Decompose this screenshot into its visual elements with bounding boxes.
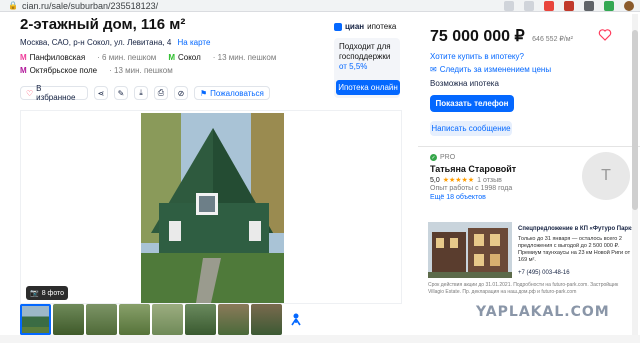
- complain-label: Пожаловаться: [210, 88, 264, 98]
- address-text: Москва, САО, р-н Сокол, ул. Левитана, 4: [20, 38, 172, 47]
- extension-icon[interactable]: [544, 1, 554, 11]
- thumbnail[interactable]: [20, 304, 51, 335]
- main-photo[interactable]: [141, 113, 284, 303]
- hide-button[interactable]: ⊘: [174, 86, 188, 100]
- ad-image[interactable]: [428, 222, 512, 278]
- metro-icon: M: [20, 53, 27, 62]
- thumbnail[interactable]: [251, 304, 282, 335]
- agent-objects-link[interactable]: Ещё 18 объектов: [430, 194, 486, 201]
- star-icon: ★★★★★: [442, 177, 475, 184]
- watermark: YAPLAKAL.COM: [476, 304, 610, 320]
- thumbnail[interactable]: [185, 304, 216, 335]
- favorites-button[interactable]: ♡ В избранное: [20, 84, 88, 102]
- ad-text: Только до 31 января — осталось всего 2 п…: [518, 236, 631, 263]
- thumbnail[interactable]: [218, 304, 249, 335]
- metro-name[interactable]: Октябрьское поле: [30, 66, 97, 75]
- scrollbar-thumb[interactable]: [632, 30, 638, 210]
- rating-value: 5,0: [430, 176, 440, 184]
- metro-name[interactable]: Сокол: [178, 53, 201, 62]
- complain-button[interactable]: ⚑ Пожаловаться: [194, 86, 270, 100]
- metro-time: · 13 мин. пешком: [212, 53, 277, 62]
- download-icon: ⤓: [139, 88, 143, 97]
- thumbnail[interactable]: [86, 304, 117, 335]
- photo-count: 8 фото: [41, 289, 65, 297]
- metro-icon: M: [168, 53, 175, 62]
- follow-price[interactable]: ✉ Следить за изменением цены: [430, 65, 551, 74]
- show-phone-button[interactable]: Показать телефон: [430, 95, 514, 112]
- send-message-button[interactable]: Написать сообщение: [430, 121, 512, 136]
- ad-disclaimer: Срок действия акции до 31.01.2021. Подро…: [428, 282, 619, 295]
- extension-icon[interactable]: [604, 1, 614, 11]
- mortgage-available: Возможна ипотека: [430, 79, 499, 88]
- extension-icon[interactable]: [584, 1, 594, 11]
- print-icon: ⎙: [157, 88, 165, 97]
- house-photo: [141, 113, 284, 303]
- camera-icon: 📷: [30, 290, 39, 297]
- promo-rate: от 5,5%: [339, 62, 368, 71]
- bottom-bar: [0, 335, 640, 343]
- ad-phone[interactable]: +7 (495) 003-48-16: [518, 270, 570, 276]
- metro-time: · 13 мин. пешком: [109, 66, 173, 75]
- townhouse-image: [428, 222, 512, 278]
- share-icon: ⋖: [97, 88, 105, 98]
- price-per-m2: 646 552 ₽/м²: [532, 36, 573, 43]
- metro-station: M Панфиловская · 6 мин. пешком M Сокол · 1…: [20, 53, 276, 62]
- lock-icon: 🔒: [8, 1, 18, 10]
- browser-extensions: [504, 0, 634, 12]
- heart-icon: ♡: [26, 88, 34, 98]
- thumbnail-strip: [20, 304, 282, 335]
- metro-icon: M: [20, 66, 27, 75]
- metro-time: · 6 мин. пешком: [97, 53, 157, 62]
- thumbnail[interactable]: [53, 304, 84, 335]
- price-value: 75 000 000 ₽: [430, 28, 525, 45]
- edit-button[interactable]: ✎: [114, 86, 128, 100]
- favorites-label: В избранное: [36, 84, 76, 102]
- mortgage-online-button[interactable]: Ипотека онлайн: [336, 80, 400, 95]
- map-pin-icon[interactable]: [288, 312, 304, 330]
- agent-rating: 5,0 ★★★★★ 1 отзыв: [430, 176, 502, 185]
- flag-icon: ⚑: [200, 88, 208, 98]
- page-title: 2-этажный дом, 116 м²: [20, 16, 186, 33]
- price: 75 000 000 ₽ 646 552 ₽/м²: [430, 26, 573, 46]
- photo-count-badge[interactable]: 📷 8 фото: [26, 286, 69, 300]
- map-link[interactable]: На карте: [178, 38, 211, 47]
- share-button[interactable]: ⋖: [94, 86, 108, 100]
- avatar[interactable]: Т: [582, 152, 630, 200]
- pencil-icon: ✎: [117, 88, 125, 98]
- download-button[interactable]: ⤓: [134, 86, 148, 100]
- thumbnail[interactable]: [152, 304, 183, 335]
- address-bar[interactable]: cian.ru/sale/suburban/235518123/: [22, 0, 158, 12]
- cian-ipoteka-logo: циан ипотека: [334, 22, 396, 31]
- heart-icon[interactable]: [598, 28, 612, 42]
- metro-station: M Октябрьское поле · 13 мин. пешком: [20, 66, 173, 75]
- print-button[interactable]: ⎙: [154, 86, 168, 100]
- share-icon[interactable]: [504, 1, 514, 11]
- star-icon[interactable]: [524, 1, 534, 11]
- listing-actions: ♡ В избранное ⋖ ✎ ⤓ ⎙ ⊘ ⚑ Пожаловаться: [20, 84, 270, 102]
- brand: циан: [345, 22, 365, 31]
- agent-name[interactable]: Татьяна Старовойт: [430, 164, 516, 174]
- promo-text: Подходит для господдержки: [339, 42, 391, 61]
- metro-name[interactable]: Панфиловская: [30, 53, 86, 62]
- mortgage-link[interactable]: Хотите купить в ипотеку?: [430, 52, 524, 61]
- check-icon: ✓: [430, 154, 437, 161]
- address: Москва, САО, р-н Сокол, ул. Левитана, 4 …: [20, 38, 210, 47]
- extension-icon[interactable]: [564, 1, 574, 11]
- browser-bar: 🔒 cian.ru/sale/suburban/235518123/: [0, 0, 640, 12]
- follow-label: Следить за изменением цены: [439, 65, 552, 74]
- profile-icon[interactable]: [624, 1, 634, 11]
- thumbnail[interactable]: [119, 304, 150, 335]
- reviews-count[interactable]: 1 отзыв: [477, 177, 502, 184]
- pro-label: PRO: [440, 154, 456, 161]
- ad-title[interactable]: Спецпредложение в КП «Футуро Парк»: [518, 226, 636, 232]
- brand-suffix: ипотека: [367, 22, 397, 31]
- cian-logo-icon: [334, 22, 342, 31]
- hide-icon: ⊘: [177, 88, 185, 98]
- mail-icon: ✉: [430, 65, 437, 74]
- divider: [418, 146, 640, 147]
- pro-badge: ✓ PRO: [430, 154, 455, 161]
- agent-experience: Опыт работы с 1998 года: [430, 185, 513, 192]
